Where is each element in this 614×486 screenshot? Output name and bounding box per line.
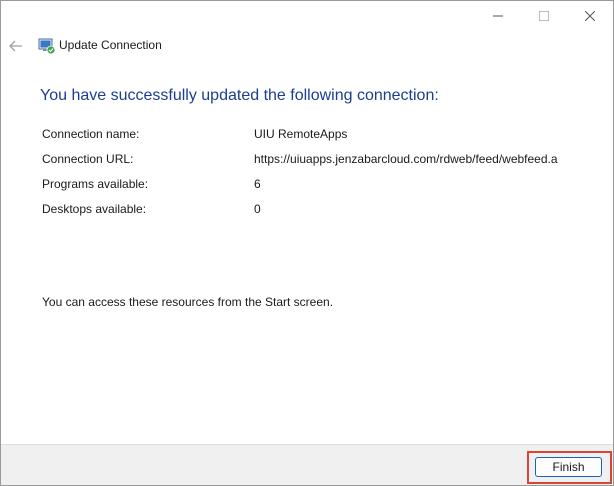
window-title: Update Connection: [59, 38, 162, 52]
minimize-button[interactable]: [475, 1, 521, 31]
desktops-available-value: 0: [254, 202, 261, 216]
desktops-available-label: Desktops available:: [42, 202, 147, 216]
connection-name-row: Connection name: UIU RemoteApps: [42, 127, 602, 145]
connection-name-value: UIU RemoteApps: [254, 127, 348, 141]
success-heading: You have successfully updated the follow…: [40, 87, 439, 104]
programs-available-row: Programs available: 6: [42, 177, 602, 195]
connection-name-label: Connection name:: [42, 127, 140, 141]
desktops-available-row: Desktops available: 0: [42, 202, 602, 220]
connection-url-value: https://uiuapps.jenzabarcloud.com/rdweb/…: [254, 152, 558, 166]
maximize-button[interactable]: [521, 1, 567, 31]
maximize-icon: [539, 11, 549, 21]
connection-url-row: Connection URL: https://uiuapps.jenzabar…: [42, 152, 602, 170]
remote-connection-icon: [38, 38, 56, 55]
wizard-header: Update Connection: [1, 31, 613, 61]
wizard-footer: Finish: [1, 444, 613, 485]
close-icon: [585, 11, 595, 21]
finish-button[interactable]: Finish: [535, 457, 602, 477]
caption-buttons: [475, 1, 613, 31]
wizard-window: Update Connection You have successfully …: [0, 0, 614, 486]
back-arrow-icon: [9, 40, 22, 52]
close-button[interactable]: [567, 1, 613, 31]
minimize-icon: [493, 15, 503, 17]
start-screen-note: You can access these resources from the …: [42, 295, 334, 309]
connection-url-label: Connection URL:: [42, 152, 134, 166]
programs-available-value: 6: [254, 177, 261, 191]
back-button[interactable]: [5, 35, 27, 57]
programs-available-label: Programs available:: [42, 177, 149, 191]
